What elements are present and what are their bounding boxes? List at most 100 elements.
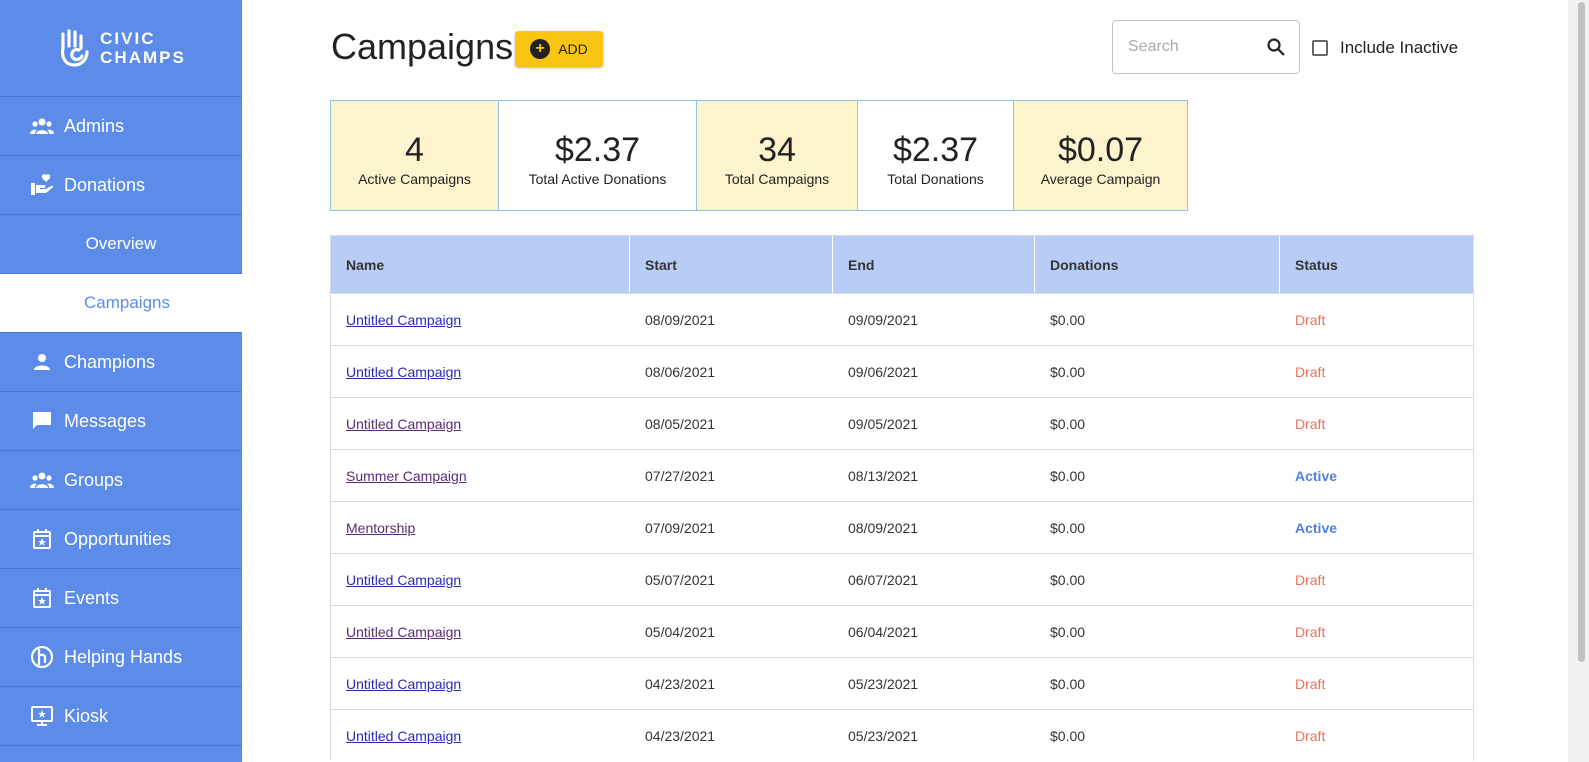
table-cell: Draft <box>1280 658 1473 709</box>
campaign-name-link[interactable]: Summer Campaign <box>346 468 467 484</box>
campaign-name-link[interactable]: Untitled Campaign <box>346 728 461 744</box>
table-body: Untitled Campaign 08/09/2021 09/09/2021 $0.… <box>331 293 1473 761</box>
stat-label: Active Campaigns <box>358 170 471 187</box>
donation-hand-icon <box>30 173 54 197</box>
cell-start-date: 08/09/2021 <box>645 311 716 328</box>
table-cell: 08/13/2021 <box>833 450 1035 501</box>
cell-start-date: 04/23/2021 <box>645 727 716 744</box>
sidebar-item-messages[interactable]: Messages <box>0 392 242 451</box>
sidebar-item-helping-hands[interactable]: Helping Hands <box>0 628 242 687</box>
stat-average-campaign: $0.07 Average Campaign <box>1014 101 1187 210</box>
stat-total-active-donations: $2.37 Total Active Donations <box>499 101 697 210</box>
table-cell: Draft <box>1280 606 1473 657</box>
search-icon[interactable] <box>1267 38 1285 56</box>
stat-total-campaigns: 34 Total Campaigns <box>697 101 858 210</box>
cell-end-date: 09/09/2021 <box>848 311 919 328</box>
include-inactive-toggle[interactable]: Include Inactive <box>1312 38 1458 58</box>
stat-label: Total Donations <box>887 170 984 187</box>
table-row: Untitled Campaign 05/07/2021 06/07/2021 $0.… <box>331 553 1473 605</box>
column-header-name[interactable]: Name <box>331 236 630 293</box>
add-campaign-button[interactable]: + ADD <box>515 31 603 67</box>
cell-status: Draft <box>1295 623 1326 640</box>
campaign-name-link[interactable]: Mentorship <box>346 520 415 536</box>
table-cell: $0.00 <box>1035 710 1280 761</box>
sidebar-item-label: Champions <box>64 351 156 372</box>
sidebar-item-opportunities[interactable]: Opportunities <box>0 510 242 569</box>
sidebar-item-label: Overview <box>85 234 157 253</box>
table-cell: Draft <box>1280 398 1473 449</box>
sidebar-item-events[interactable]: Events <box>0 569 242 628</box>
table-cell: Untitled Campaign <box>331 294 630 345</box>
column-header-end[interactable]: End <box>833 236 1035 293</box>
include-inactive-label: Include Inactive <box>1340 38 1459 57</box>
search-box <box>1112 20 1300 74</box>
table-cell: $0.00 <box>1035 294 1280 345</box>
table-cell: 08/05/2021 <box>630 398 833 449</box>
table-row: Summer Campaign 07/27/2021 08/13/2021 $0.00… <box>331 449 1473 501</box>
sidebar-item-groups[interactable]: Groups <box>0 451 242 510</box>
page-scrollbar[interactable] <box>1568 0 1589 762</box>
table-cell: Draft <box>1280 710 1473 761</box>
sidebar-item-overview[interactable]: Overview <box>0 215 242 274</box>
table-cell: Draft <box>1280 346 1473 397</box>
column-header-start[interactable]: Start <box>630 236 833 293</box>
sidebar-item-donations[interactable]: Donations <box>0 156 242 215</box>
table-cell: 04/23/2021 <box>630 710 833 761</box>
cell-start-date: 04/23/2021 <box>645 675 716 692</box>
table-cell: Untitled Campaign <box>331 346 630 397</box>
column-header-donations[interactable]: Donations <box>1035 236 1280 293</box>
sidebar-item-label: Events <box>64 587 120 608</box>
cell-donations: $0.00 <box>1050 519 1086 536</box>
campaign-name-link[interactable]: Untitled Campaign <box>346 416 461 432</box>
table-cell: Untitled Campaign <box>331 398 630 449</box>
table-cell: $0.00 <box>1035 554 1280 605</box>
campaign-name-link[interactable]: Untitled Campaign <box>346 312 461 328</box>
sidebar-item-kiosk[interactable]: Kiosk <box>0 687 242 746</box>
sidebar-item-admins[interactable]: Admins <box>0 97 242 156</box>
campaign-name-link[interactable]: Untitled Campaign <box>346 364 461 380</box>
table-cell: 06/04/2021 <box>833 606 1035 657</box>
table-cell: Summer Campaign <box>331 450 630 501</box>
person-icon <box>30 350 54 374</box>
stat-value: 4 <box>405 130 424 169</box>
campaign-name-link[interactable]: Untitled Campaign <box>346 624 461 640</box>
campaign-name-link[interactable]: Untitled Campaign <box>346 676 461 692</box>
table-cell: Untitled Campaign <box>331 710 630 761</box>
stat-value: 34 <box>758 130 796 169</box>
sidebar-item-champions[interactable]: Champions <box>0 333 242 392</box>
cell-status: Draft <box>1295 415 1326 432</box>
table-row: Untitled Campaign 08/05/2021 09/05/2021 $0.… <box>331 397 1473 449</box>
helping-hands-icon <box>30 645 54 669</box>
cell-end-date: 08/13/2021 <box>848 467 919 484</box>
column-header-status[interactable]: Status <box>1280 236 1473 293</box>
cell-donations: $0.00 <box>1050 467 1086 484</box>
cell-end-date: 06/07/2021 <box>848 571 919 588</box>
table-cell: 09/06/2021 <box>833 346 1035 397</box>
kiosk-icon <box>30 704 54 728</box>
sidebar: CIVIC CHAMPS Admins Donations Overview C… <box>0 0 242 762</box>
cell-donations: $0.00 <box>1050 623 1086 640</box>
scrollbar-thumb[interactable] <box>1578 2 1585 662</box>
table-cell: 05/04/2021 <box>630 606 833 657</box>
cell-end-date: 09/05/2021 <box>848 415 919 432</box>
table-cell: $0.00 <box>1035 398 1280 449</box>
cell-start-date: 07/09/2021 <box>645 519 716 536</box>
stat-value: $2.37 <box>892 130 979 169</box>
table-cell: 08/09/2021 <box>630 294 833 345</box>
cell-start-date: 05/07/2021 <box>645 571 716 588</box>
search-input[interactable] <box>1126 37 1267 57</box>
campaign-name-link[interactable]: Untitled Campaign <box>346 572 461 588</box>
cell-donations: $0.00 <box>1050 415 1086 432</box>
civic-champs-logo[interactable]: CIVIC CHAMPS <box>0 0 242 97</box>
include-inactive-checkbox[interactable] <box>1312 40 1328 56</box>
table-cell: $0.00 <box>1035 606 1280 657</box>
sidebar-item-label: Kiosk <box>64 705 109 726</box>
stat-label: Total Campaigns <box>724 170 830 187</box>
stat-value: $2.37 <box>554 130 641 169</box>
table-cell: 08/06/2021 <box>630 346 833 397</box>
sidebar-item-campaigns[interactable]: Campaigns <box>0 274 242 333</box>
table-cell: Untitled Campaign <box>331 554 630 605</box>
table-cell: 09/05/2021 <box>833 398 1035 449</box>
cell-status: Draft <box>1295 571 1326 588</box>
sidebar-item-label: Donations <box>64 174 146 195</box>
